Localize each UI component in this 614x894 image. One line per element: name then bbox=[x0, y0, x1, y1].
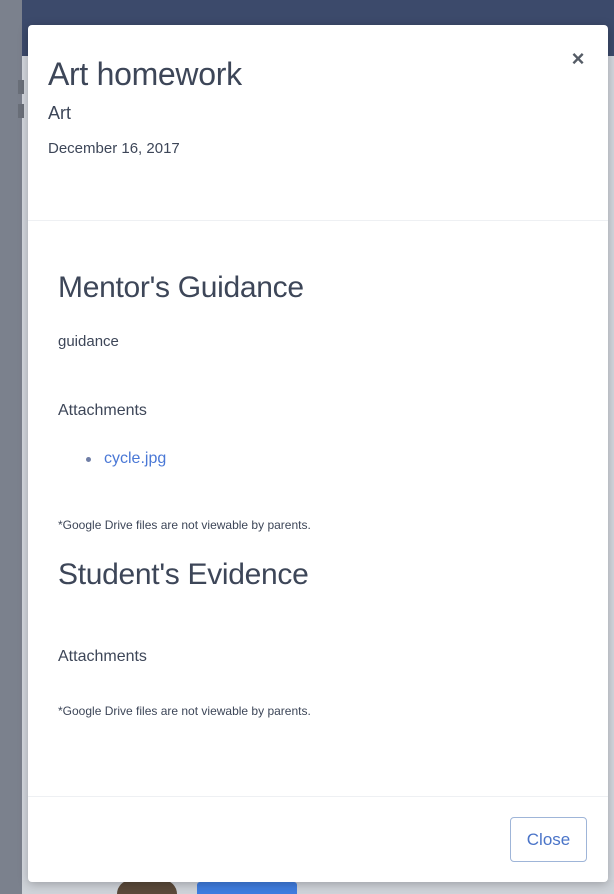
modal-body: Mentor's Guidance guidance Attachments c… bbox=[28, 271, 608, 718]
modal-date: December 16, 2017 bbox=[48, 140, 180, 157]
close-button[interactable]: Close bbox=[510, 817, 587, 862]
attachment-link[interactable]: cycle.jpg bbox=[104, 450, 166, 467]
guidance-text: guidance bbox=[58, 333, 119, 350]
modal-footer: Close bbox=[28, 796, 608, 882]
modal-header: Art homework Art December 16, 2017 × bbox=[28, 25, 608, 221]
background-button bbox=[197, 882, 297, 894]
background-fragment bbox=[18, 80, 24, 94]
attachment-item: cycle.jpg bbox=[86, 450, 578, 468]
homework-modal: Art homework Art December 16, 2017 × Men… bbox=[28, 25, 608, 882]
background-left-strip bbox=[0, 0, 24, 894]
evidence-drive-note: *Google Drive files are not viewable by … bbox=[58, 704, 311, 718]
mentor-guidance-heading: Mentor's Guidance bbox=[58, 271, 304, 304]
evidence-attachments-label: Attachments bbox=[58, 648, 147, 665]
guidance-attachments-label: Attachments bbox=[58, 402, 147, 419]
background-fragment bbox=[18, 104, 24, 118]
background-bottom bbox=[22, 880, 614, 894]
student-evidence-heading: Student's Evidence bbox=[58, 558, 309, 591]
guidance-attachments-list: cycle.jpg bbox=[58, 450, 578, 468]
bullet-icon bbox=[86, 457, 91, 462]
background-thumbnail bbox=[117, 880, 177, 894]
close-icon[interactable]: × bbox=[568, 48, 588, 70]
modal-title: Art homework bbox=[48, 56, 242, 92]
modal-subject: Art bbox=[48, 103, 72, 123]
guidance-drive-note: *Google Drive files are not viewable by … bbox=[58, 518, 311, 532]
